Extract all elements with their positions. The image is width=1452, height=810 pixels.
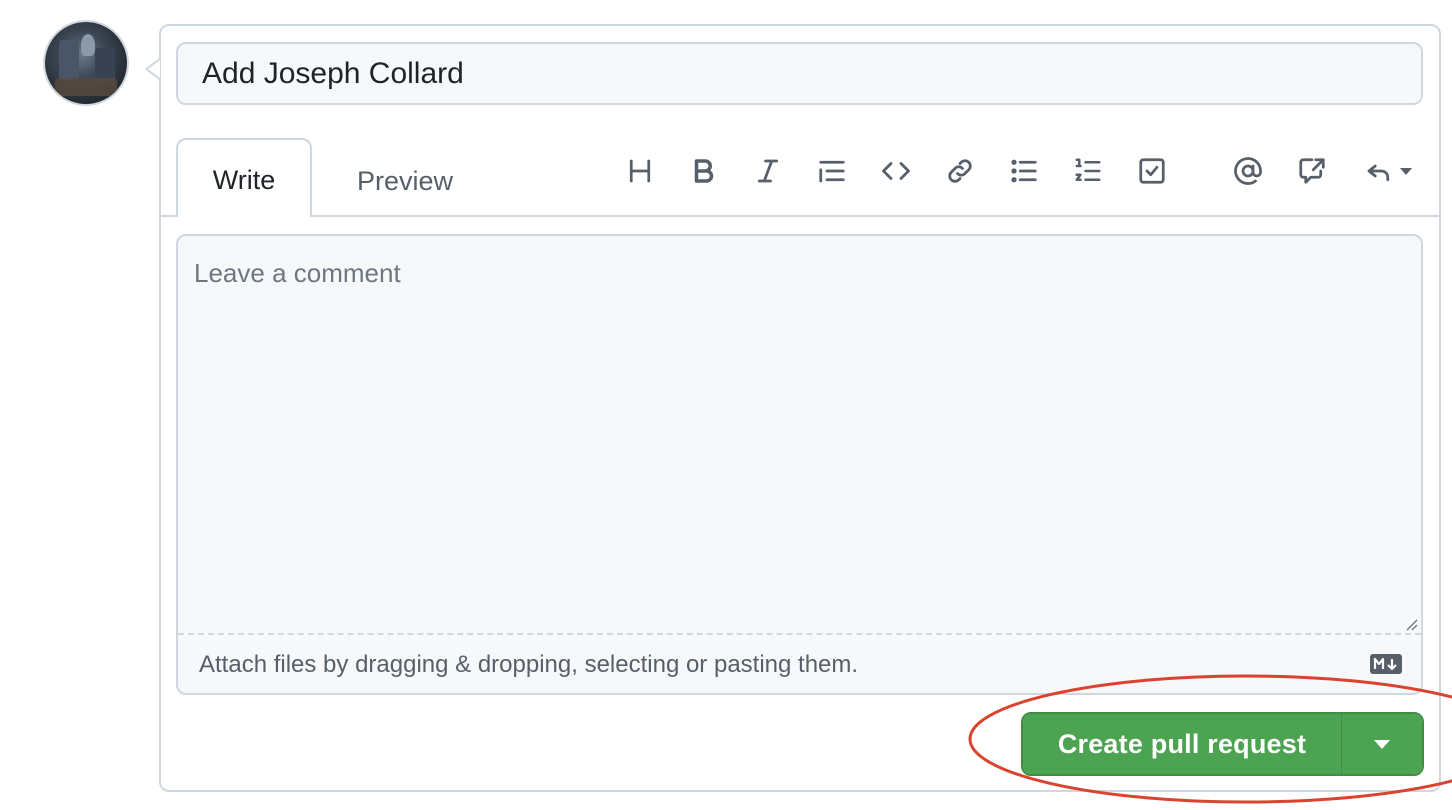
tab-preview[interactable]: Preview: [330, 138, 480, 221]
bold-icon: [694, 159, 714, 183]
reply-icon: [1367, 164, 1390, 182]
comment-box: Attach files by dragging & dropping, sel…: [176, 234, 1423, 695]
bulleted-list-button[interactable]: [1002, 150, 1046, 192]
attach-files-bar[interactable]: Attach files by dragging & dropping, sel…: [178, 633, 1421, 693]
numbered-list-icon: [1075, 158, 1101, 181]
quote-icon: [819, 160, 845, 183]
link-button[interactable]: [938, 150, 982, 192]
code-button[interactable]: [874, 150, 918, 192]
cross-reference-icon: [1299, 158, 1325, 184]
link-icon: [948, 159, 972, 183]
bold-button[interactable]: [682, 150, 726, 192]
cross-reference-button[interactable]: [1290, 150, 1334, 192]
quote-button[interactable]: [810, 150, 854, 192]
create-pr-options-button[interactable]: [1342, 714, 1422, 774]
create-pull-request-button[interactable]: Create pull request: [1023, 714, 1342, 774]
bulleted-list-icon: [1011, 159, 1037, 183]
code-icon: [882, 162, 910, 180]
task-list-icon: [1139, 158, 1165, 184]
mention-button[interactable]: [1226, 150, 1270, 192]
heading-icon: [629, 159, 651, 183]
task-list-button[interactable]: [1130, 150, 1174, 192]
avatar-photo-detail: [59, 40, 79, 80]
tab-write[interactable]: Write: [176, 138, 312, 217]
caret-down-icon: [1374, 739, 1390, 749]
avatar-photo-detail: [81, 34, 95, 56]
italic-button[interactable]: [746, 150, 790, 192]
user-avatar[interactable]: [45, 22, 127, 104]
numbered-list-button[interactable]: [1066, 150, 1110, 192]
reply-caret-icon: [1400, 167, 1412, 175]
pr-title-input[interactable]: [176, 42, 1423, 105]
heading-button[interactable]: [618, 150, 662, 192]
avatar-photo-detail: [55, 78, 117, 96]
markdown-icon[interactable]: [1369, 653, 1403, 675]
mention-icon: [1234, 157, 1262, 185]
comment-textarea[interactable]: [178, 236, 1421, 633]
create-pr-button-group: Create pull request: [1021, 712, 1424, 776]
italic-icon: [757, 159, 779, 183]
resize-handle-icon[interactable]: [1403, 616, 1419, 632]
attach-files-text: Attach files by dragging & dropping, sel…: [199, 651, 859, 678]
reply-button[interactable]: [1354, 150, 1422, 192]
panel-pointer-fill: [148, 60, 160, 78]
